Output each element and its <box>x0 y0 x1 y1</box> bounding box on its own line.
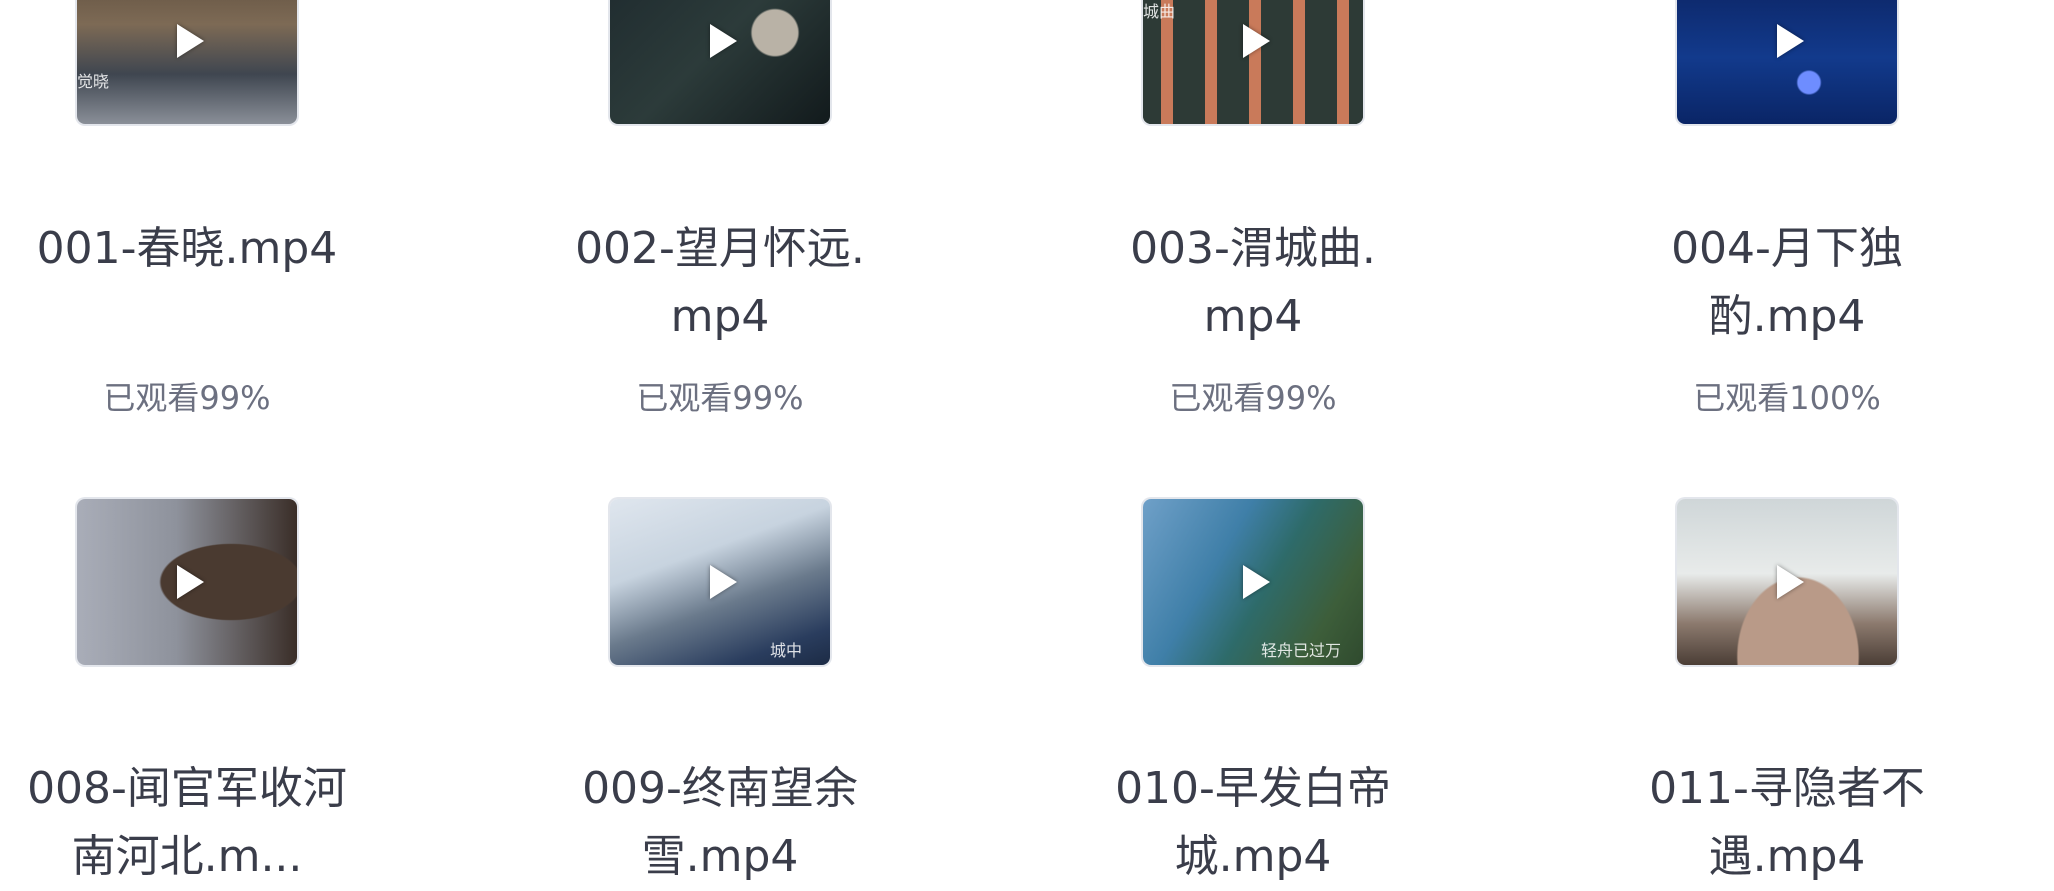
watch-progress: 已观看99% <box>103 379 271 417</box>
video-title[interactable]: 003-渭城曲.mp4 <box>1088 215 1418 351</box>
video-title[interactable]: 011-寻隐者不遇.mp4 <box>1622 755 1952 891</box>
video-thumbnail[interactable] <box>610 0 830 124</box>
video-thumbnail[interactable]: 轻舟已过万 <box>1143 499 1363 665</box>
watch-progress: 已观看99% <box>1169 379 1337 417</box>
thumbnail-caption: 觉晓 <box>77 72 110 91</box>
play-icon[interactable] <box>1777 24 1804 58</box>
video-title[interactable]: 010-早发白帝城.mp4 <box>1088 755 1418 891</box>
play-icon[interactable] <box>1777 565 1804 599</box>
video-thumbnail[interactable]: 觉晓 <box>77 0 297 124</box>
video-grid: 觉晓 001-春晓.mp4 已观看99% 002-望月怀远.mp4 已观看99%… <box>0 0 2054 890</box>
video-title[interactable]: 001-春晓.mp4 <box>22 215 352 283</box>
play-icon[interactable] <box>1243 24 1270 58</box>
video-thumbnail[interactable] <box>77 499 297 665</box>
video-title[interactable]: 004-月下独酌.mp4 <box>1622 215 1952 351</box>
thumbnail-caption: 城中 <box>770 641 803 660</box>
thumbnail-caption: 城曲 <box>1143 2 1176 21</box>
video-title[interactable]: 009-终南望余雪.mp4 <box>555 755 885 891</box>
play-icon[interactable] <box>710 24 737 58</box>
play-icon[interactable] <box>177 565 204 599</box>
play-icon[interactable] <box>710 565 737 599</box>
video-thumbnail[interactable]: 城中 <box>610 499 830 665</box>
play-icon[interactable] <box>1243 565 1270 599</box>
watch-progress: 已观看100% <box>1693 379 1881 417</box>
video-title[interactable]: 008-闻官军收河南河北.m... <box>22 755 352 891</box>
thumbnail-image <box>77 0 297 124</box>
thumbnail-caption: 轻舟已过万 <box>1261 641 1342 660</box>
video-thumbnail[interactable] <box>1677 0 1897 124</box>
play-icon[interactable] <box>177 24 204 58</box>
video-thumbnail[interactable]: 城曲 <box>1143 0 1363 124</box>
thumbnail-image <box>1143 0 1363 124</box>
video-title[interactable]: 002-望月怀远.mp4 <box>555 215 885 351</box>
thumbnail-image <box>610 0 830 124</box>
watch-progress: 已观看99% <box>636 379 804 417</box>
thumbnail-image <box>1677 0 1897 124</box>
video-thumbnail[interactable] <box>1677 499 1897 665</box>
